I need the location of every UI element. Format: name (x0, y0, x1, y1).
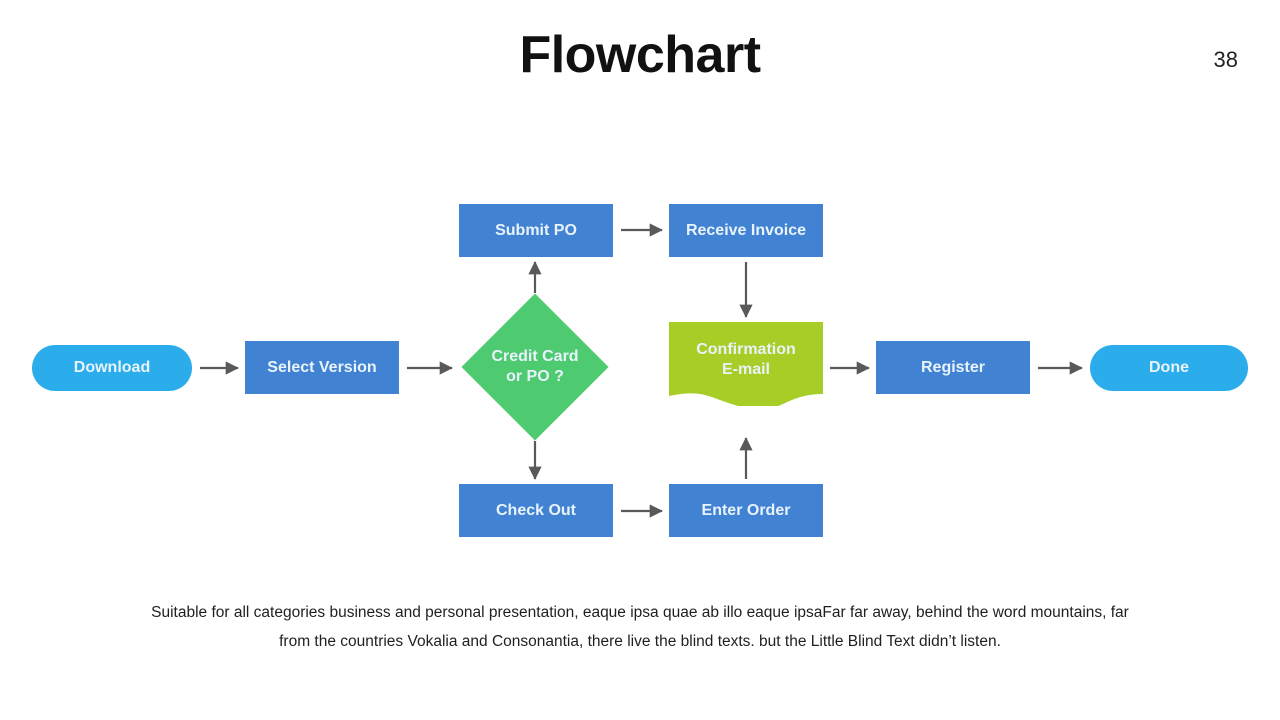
flow-node-confirmation-email[interactable]: Confirmation E-mail (669, 322, 823, 406)
flow-node-submit-po[interactable]: Submit PO (459, 204, 613, 257)
flow-node-label: Submit PO (495, 221, 577, 239)
flow-node-label: Select Version (267, 358, 377, 376)
flow-node-download[interactable]: Download (32, 345, 192, 391)
flow-node-receive-invoice[interactable]: Receive Invoice (669, 204, 823, 257)
caption-line-2: from the countries Vokalia and Consonant… (279, 633, 1001, 650)
flow-node-label: Check Out (495, 501, 576, 519)
flow-node-label: Confirmation E-mail (696, 341, 796, 378)
flow-node-label: Register (920, 358, 986, 376)
caption: Suitable for all categories business and… (110, 598, 1170, 656)
flow-node-select-version[interactable]: Select Version (245, 341, 399, 394)
flow-node-register[interactable]: Register (876, 341, 1030, 394)
flow-node-label: Done (1149, 359, 1189, 376)
flow-node-label: Enter Order (701, 501, 791, 519)
flow-node-credit-card-or-po[interactable]: Credit Card or PO ? (460, 293, 610, 441)
flow-node-done[interactable]: Done (1090, 345, 1248, 391)
flow-node-label: Credit Card or PO ? (491, 348, 579, 385)
flow-node-label: Receive Invoice (685, 221, 807, 239)
flow-node-label: Download (73, 359, 151, 376)
caption-line-1: Suitable for all categories business and… (151, 604, 1129, 621)
flow-node-check-out[interactable]: Check Out (459, 484, 613, 537)
flow-node-enter-order[interactable]: Enter Order (669, 484, 823, 537)
